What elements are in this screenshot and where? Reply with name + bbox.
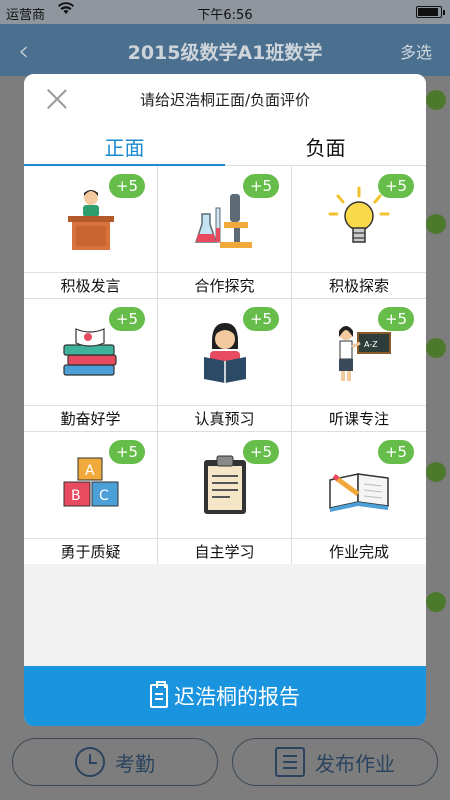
- evaluation-tabs: 正面 负面: [24, 126, 426, 166]
- behavior-label: 合作探究: [158, 272, 291, 298]
- points-badge: +5: [378, 440, 414, 464]
- points-badge: +5: [243, 307, 279, 331]
- behavior-item-focused-listening[interactable]: A-Z +5 听课专注: [292, 299, 426, 431]
- battery-icon: [416, 6, 445, 18]
- behavior-label: 勤奋好学: [24, 405, 157, 431]
- clock-time: 下午6:56: [197, 8, 253, 23]
- behavior-label: 积极发言: [24, 272, 157, 298]
- dialog-title: 请给迟浩桐正面/负面评价: [139, 91, 311, 109]
- behavior-item-homework-done[interactable]: +5 作业完成: [292, 432, 426, 564]
- behavior-item-active-speaking[interactable]: +5 积极发言: [24, 166, 157, 298]
- report-label: 迟浩桐的报告: [174, 685, 300, 709]
- behavior-label: 积极探索: [292, 272, 426, 298]
- clipboard-report-icon: [150, 681, 168, 708]
- publish-homework-button[interactable]: 发布作业: [232, 738, 438, 786]
- status-bar: 运营商 下午6:56: [0, 0, 450, 24]
- multi-select-button[interactable]: 多选: [400, 39, 432, 63]
- points-badge: +5: [378, 307, 414, 331]
- list-badge: [426, 90, 446, 110]
- attendance-button[interactable]: 考勤: [12, 738, 218, 786]
- evaluation-dialog: 请给迟浩桐正面/负面评价 正面 负面 +5 积极发言 +5 合作探究 +5 积极…: [24, 74, 426, 726]
- list-badge: [426, 592, 446, 612]
- behavior-grid: +5 积极发言 +5 合作探究 +5 积极探索 +5 勤奋好学 +5 认真预习 …: [24, 166, 426, 564]
- tab-negative[interactable]: 负面: [225, 126, 426, 165]
- behavior-item-brave-questioning[interactable]: A B C +5 勇于质疑: [24, 432, 157, 564]
- behavior-label: 听课专注: [292, 405, 426, 431]
- svg-text:A: A: [85, 463, 95, 479]
- list-badge: [426, 214, 446, 234]
- bottom-toolbar: 考勤 发布作业: [0, 726, 450, 800]
- list-badge: [426, 462, 446, 482]
- svg-text:B: B: [71, 488, 81, 504]
- behavior-label: 作业完成: [292, 538, 426, 564]
- behavior-label: 自主学习: [158, 538, 291, 564]
- dialog-header: 请给迟浩桐正面/负面评价: [24, 74, 426, 126]
- behavior-label: 勇于质疑: [24, 538, 157, 564]
- points-badge: +5: [378, 174, 414, 198]
- svg-text:A-Z: A-Z: [364, 340, 378, 349]
- attendance-label: 考勤: [115, 751, 155, 776]
- publish-homework-label: 发布作业: [315, 751, 395, 776]
- behavior-item-self-study[interactable]: +5 自主学习: [158, 432, 291, 564]
- points-badge: +5: [109, 307, 145, 331]
- tab-positive[interactable]: 正面: [24, 126, 225, 166]
- list-badge: [426, 338, 446, 358]
- behavior-item-cooperation[interactable]: +5 合作探究: [158, 166, 291, 298]
- svg-text:C: C: [99, 488, 109, 504]
- checklist-icon: [275, 747, 305, 777]
- behavior-item-careful-preview[interactable]: +5 认真预习: [158, 299, 291, 431]
- behavior-item-active-exploration[interactable]: +5 积极探索: [292, 166, 426, 298]
- points-badge: +5: [109, 174, 145, 198]
- clock-icon: [75, 747, 105, 777]
- nav-bar: ‹ 2015级数学A1班数学 多选: [0, 24, 450, 76]
- points-badge: +5: [109, 440, 145, 464]
- points-badge: +5: [243, 174, 279, 198]
- page-title: 2015级数学A1班数学: [127, 42, 323, 64]
- behavior-label: 认真预习: [158, 405, 291, 431]
- points-badge: +5: [243, 440, 279, 464]
- behavior-item-diligent-study[interactable]: +5 勤奋好学: [24, 299, 157, 431]
- student-report-button[interactable]: 迟浩桐的报告: [24, 666, 426, 726]
